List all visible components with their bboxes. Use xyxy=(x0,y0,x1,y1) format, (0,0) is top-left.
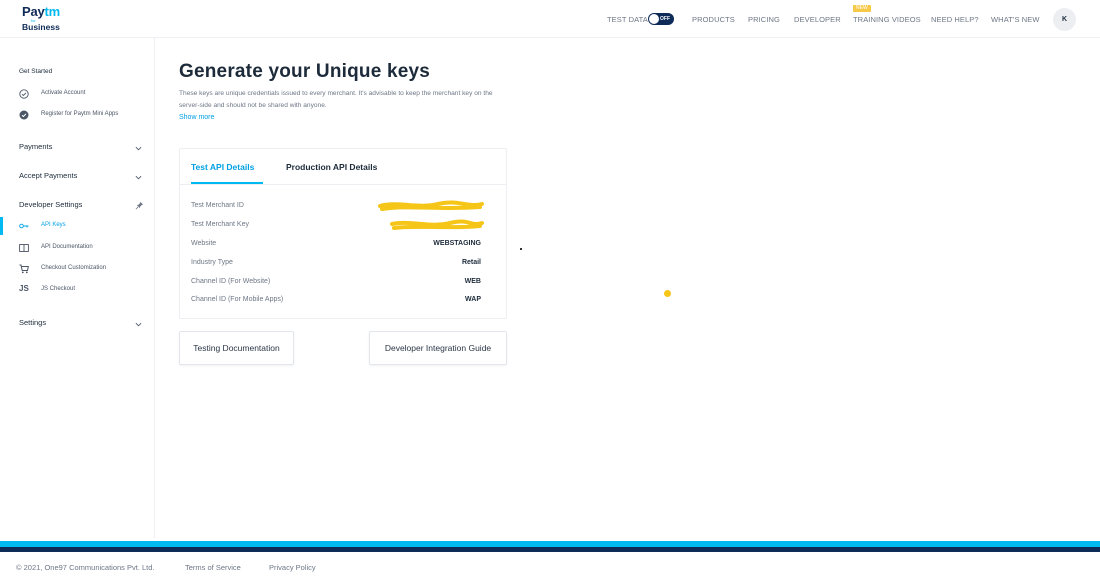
detail-row-industry-type: Industry Type Retail xyxy=(191,259,481,271)
avatar[interactable]: K xyxy=(1053,8,1076,31)
sidebar-item-accept-payments[interactable]: Accept Payments xyxy=(19,171,77,180)
detail-label: Industry Type xyxy=(191,259,233,266)
developer-integration-guide-button[interactable]: Developer Integration Guide xyxy=(369,331,507,365)
chevron-down-icon[interactable] xyxy=(135,321,142,328)
detail-row-channel-mobile: Channel ID (For Mobile Apps) WAP xyxy=(191,296,481,308)
nav-need-help[interactable]: NEED HELP? xyxy=(931,15,979,24)
detail-label: Website xyxy=(191,240,217,247)
detail-row-website: Website WEBSTAGING xyxy=(191,240,481,252)
nav-pricing[interactable]: PRICING xyxy=(748,15,780,24)
tab-production-api-details[interactable]: Production API Details xyxy=(286,162,377,172)
page-title: Generate your Unique keys xyxy=(179,61,431,82)
test-data-toggle[interactable]: OFF xyxy=(648,13,674,25)
sidebar-item-settings[interactable]: Settings xyxy=(19,318,46,327)
new-badge: NEW xyxy=(853,5,871,12)
pin-icon[interactable] xyxy=(135,201,144,210)
sidebar-scroll-clip: JS JS Checkout xyxy=(0,278,154,292)
check-circle-filled-icon xyxy=(19,110,29,120)
toggle-knob xyxy=(649,14,659,24)
toggle-state-text: OFF xyxy=(660,15,670,22)
detail-value: WEBSTAGING xyxy=(433,240,481,247)
active-indicator xyxy=(0,217,3,235)
test-data-label: TEST DATA xyxy=(607,15,648,24)
logo-text-tm: tm xyxy=(44,4,61,19)
logo-text-pay: Pay xyxy=(22,4,45,19)
api-details-card: Test API Details Production API Details … xyxy=(179,148,507,319)
js-icon: JS xyxy=(19,284,29,292)
logo-text-business: Business xyxy=(22,22,60,32)
sidebar-item-register-mini-apps[interactable]: Register for Paytm Mini Apps xyxy=(41,111,118,117)
sidebar-item-api-documentation[interactable]: API Documentation xyxy=(41,244,93,250)
footer-copyright: © 2021, One97 Communications Pvt. Ltd. xyxy=(16,563,155,572)
nav-developer[interactable]: DEVELOPER xyxy=(794,15,841,24)
chevron-down-icon[interactable] xyxy=(135,145,142,152)
sidebar-item-checkout-customization[interactable]: Checkout Customization xyxy=(41,265,106,271)
api-tabs: Test API Details Production API Details xyxy=(180,149,506,185)
top-header: Paytm for Business TEST DATA OFF PRODUCT… xyxy=(0,0,1100,38)
detail-label: Channel ID (For Mobile Apps) xyxy=(191,296,284,303)
active-tab-underline xyxy=(191,182,263,184)
detail-value: WAP xyxy=(465,296,481,303)
book-icon xyxy=(19,244,29,252)
sidebar-item-developer-settings[interactable]: Developer Settings xyxy=(19,200,82,209)
detail-label: Test Merchant ID xyxy=(191,202,244,209)
chevron-down-icon[interactable] xyxy=(135,174,142,181)
detail-value: Retail xyxy=(461,259,481,266)
sidebar-item-api-keys[interactable]: API Keys xyxy=(41,222,66,228)
cart-icon xyxy=(19,264,29,274)
detail-row-channel-web: Channel ID (For Website) WEB xyxy=(191,278,481,290)
page-description: These keys are unique credentials issued… xyxy=(179,90,493,109)
tab-test-api-details[interactable]: Test API Details xyxy=(191,162,254,172)
detail-value: WEB xyxy=(464,278,481,285)
footer-terms-link[interactable]: Terms of Service xyxy=(185,563,241,572)
sidebar-item-activate-account[interactable]: Activate Account xyxy=(41,90,85,96)
paytm-business-logo[interactable]: Paytm for Business xyxy=(22,5,66,32)
key-icon xyxy=(19,223,29,229)
sidebar: Get Started Activate Account Register fo… xyxy=(0,38,155,538)
cursor-dot xyxy=(520,248,522,250)
detail-label: Channel ID (For Website) xyxy=(191,278,271,285)
footer-privacy-link[interactable]: Privacy Policy xyxy=(269,563,316,572)
nav-products[interactable]: PRODUCTS xyxy=(692,15,735,24)
sidebar-item-payments[interactable]: Payments xyxy=(19,142,52,151)
testing-documentation-button[interactable]: Testing Documentation xyxy=(179,331,294,365)
redaction-scribble xyxy=(390,219,484,230)
nav-whats-new[interactable]: WHAT'S NEW xyxy=(991,15,1040,24)
cursor-highlight xyxy=(664,290,671,297)
sidebar-section-get-started: Get Started xyxy=(19,68,53,75)
check-circle-outline-icon xyxy=(19,89,29,99)
redaction-scribble xyxy=(378,200,484,211)
detail-label: Test Merchant Key xyxy=(191,221,249,228)
footer: © 2021, One97 Communications Pvt. Ltd. T… xyxy=(0,552,1100,585)
nav-training-videos[interactable]: TRAINING VIDEOS xyxy=(853,15,921,24)
show-more-link[interactable]: Show more xyxy=(179,114,214,121)
sidebar-item-js-checkout[interactable]: JS Checkout xyxy=(41,286,75,292)
